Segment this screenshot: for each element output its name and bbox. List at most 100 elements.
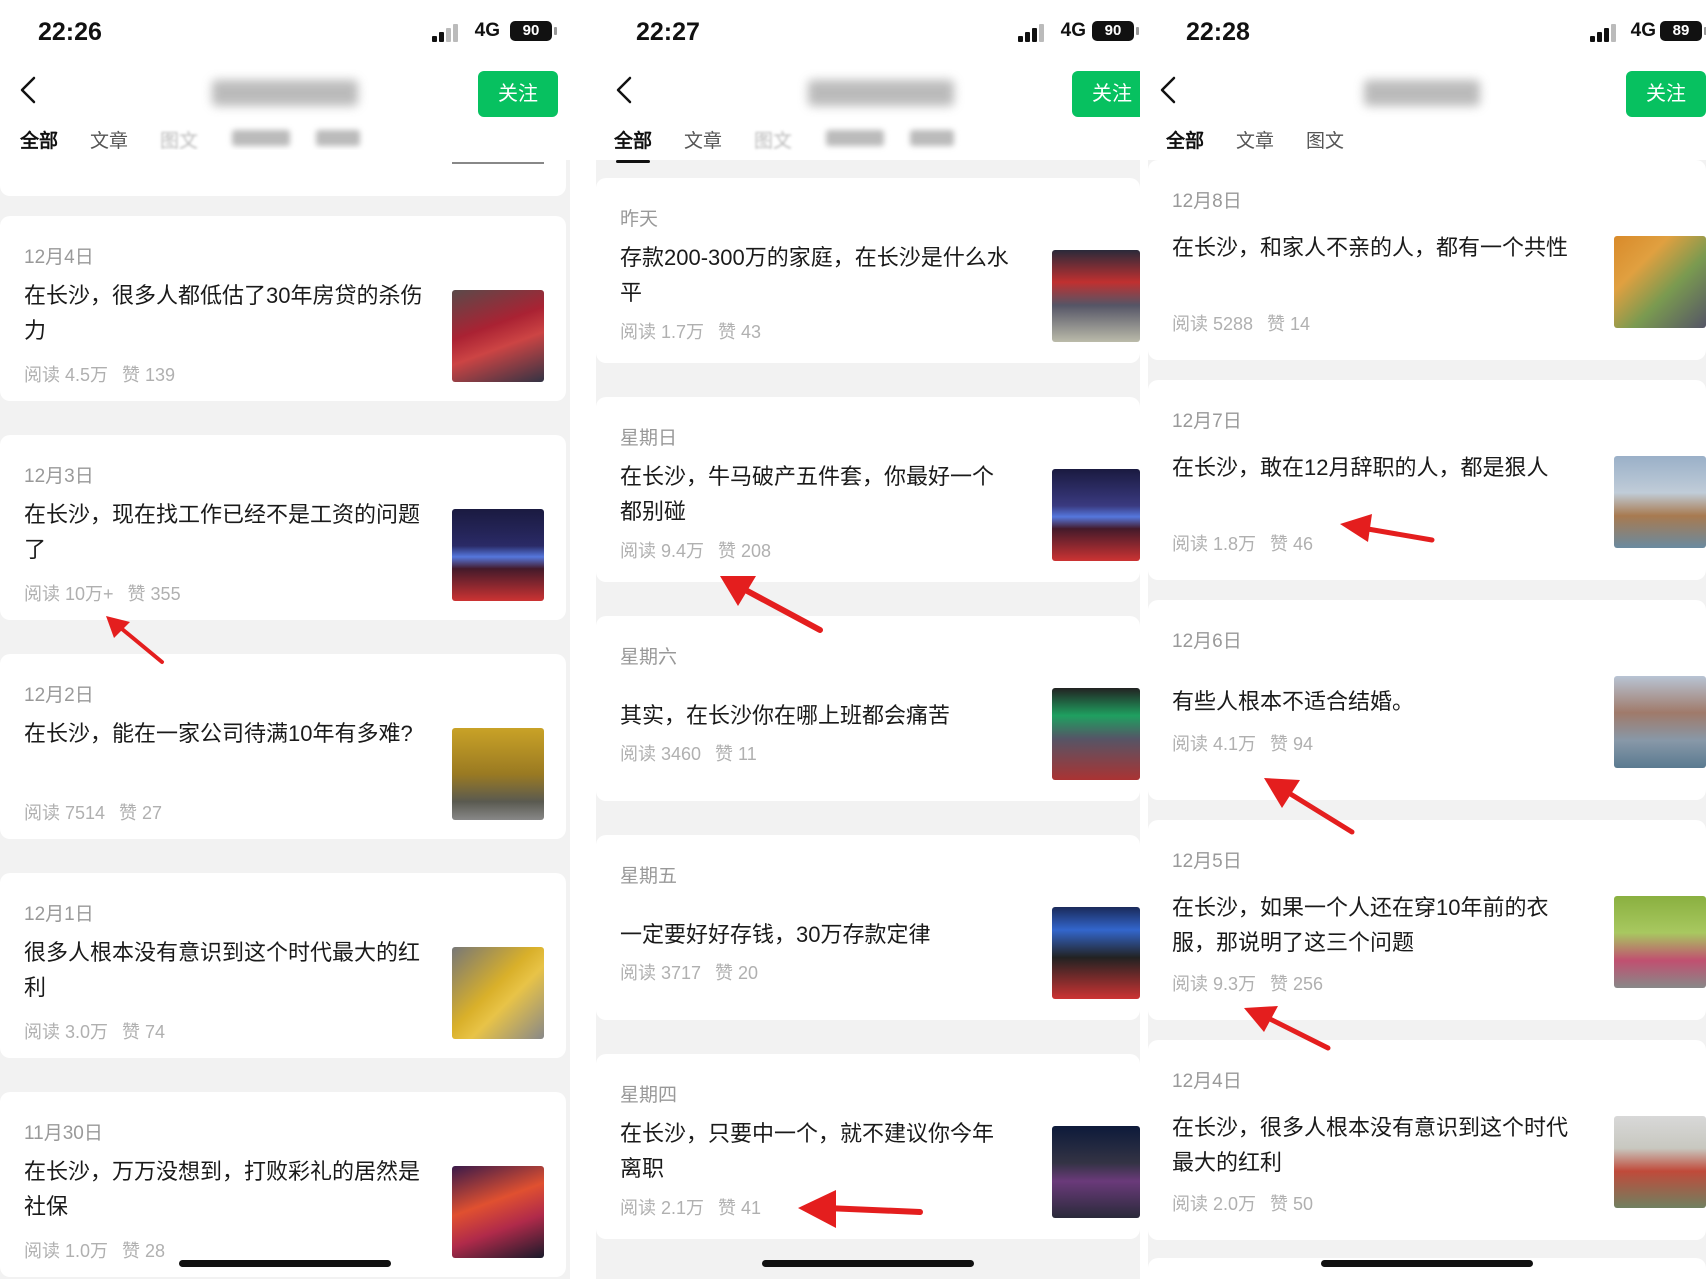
article-meta: 阅读 4.1万赞 94 xyxy=(1172,730,1313,756)
tab-image-text[interactable]: 图文 xyxy=(1306,126,1344,153)
read-count: 阅读 3.0万 xyxy=(24,1022,109,1042)
article-card-partial[interactable] xyxy=(0,150,566,196)
article-date: 12月4日 xyxy=(1172,1071,1242,1092)
network-label: 4G xyxy=(1630,20,1656,41)
article-title: 在长沙，敢在12月辞职的人，都是狠人 xyxy=(1172,455,1549,480)
like-count: 赞 27 xyxy=(119,803,163,823)
article-title: 在长沙，很多人都低估了30年房贷的杀伤力 xyxy=(24,283,423,343)
screenshot-panel-1: 22:26 4G 90 关注 全部 文章 图文 12月4日 在长沙，很多人都低估… xyxy=(0,0,570,1279)
tab-all[interactable]: 全部 xyxy=(1166,126,1204,163)
follow-button[interactable]: 关注 xyxy=(478,71,558,117)
like-count: 赞 14 xyxy=(1267,314,1311,334)
tab-image-text[interactable]: 图文 xyxy=(754,126,792,153)
article-title: 在长沙，和家人不亲的人，都有一个共性 xyxy=(1172,235,1569,260)
tab-image-text[interactable]: 图文 xyxy=(160,126,198,153)
article-date: 12月8日 xyxy=(1172,191,1242,212)
article-card[interactable]: 星期四 在长沙，只要中一个，就不建议你今年离职 阅读 2.1万赞 41 xyxy=(596,1054,1140,1239)
article-card[interactable]: 12月1日 很多人根本没有意识到这个时代最大的红利 阅读 3.0万赞 74 xyxy=(0,873,566,1058)
tab-all[interactable]: 全部 xyxy=(614,126,652,163)
tab-articles[interactable]: 文章 xyxy=(90,126,128,153)
article-card[interactable]: 12月8日 在长沙，和家人不亲的人，都有一个共性 阅读 5288 赞 14 xyxy=(1148,160,1706,360)
tab-all[interactable]: 全部 xyxy=(20,126,58,163)
article-card[interactable]: 11月30日 在长沙，万万没想到，打败彩礼的居然是社保 阅读 1.0万赞 28 xyxy=(0,1092,566,1277)
article-meta: 阅读 9.3万赞 256 xyxy=(1172,970,1323,996)
article-date: 12月4日 xyxy=(24,247,94,268)
tab-articles[interactable]: 文章 xyxy=(684,126,722,153)
article-meta: 阅读 1.8万赞 46 xyxy=(1172,530,1313,556)
back-icon[interactable] xyxy=(12,72,48,108)
article-card[interactable]: 星期日 在长沙，牛马破产五件套，你最好一个都别碰 阅读 9.4万赞 208 xyxy=(596,397,1140,582)
tab-blurred[interactable] xyxy=(316,130,360,146)
article-card[interactable]: 昨天 存款200-300万的家庭，在长沙是什么水平 阅读 1.7万赞 43 xyxy=(596,178,1140,363)
article-card[interactable]: 12月4日 在长沙，很多人都低估了30年房贷的杀伤力 阅读 4.5万赞 139 xyxy=(0,216,566,401)
read-count: 阅读 4.5万 xyxy=(24,365,109,385)
article-meta: 阅读 7514 赞 27 xyxy=(24,799,162,825)
article-meta: 阅读 9.4万赞 208 xyxy=(620,537,771,563)
screenshot-panel-3: 22:28 4G 89 关注 全部 文章 图文 12月8日 在长沙，和家人不亲的… xyxy=(1148,0,1706,1279)
article-title: 在长沙，只要中一个，就不建议你今年离职 xyxy=(620,1121,995,1181)
article-date: 星期五 xyxy=(620,866,678,887)
article-thumbnail xyxy=(452,728,544,820)
read-count: 阅读 7514 xyxy=(24,803,106,823)
status-bar: 22:26 4G 90 xyxy=(0,0,570,64)
article-card[interactable]: 12月5日 在长沙，如果一个人还在穿10年前的衣服，那说明了这三个问题 阅读 9… xyxy=(1148,820,1706,1020)
article-meta: 阅读 1.7万赞 43 xyxy=(620,318,761,344)
read-count: 阅读 4.1万 xyxy=(1172,734,1257,754)
article-thumbnail xyxy=(1052,1126,1140,1218)
like-count: 赞 28 xyxy=(122,1241,166,1261)
article-thumbnail xyxy=(1614,236,1706,328)
article-title: 在长沙，能在一家公司待满10年有多难? xyxy=(24,721,413,746)
article-meta: 阅读 2.1万赞 41 xyxy=(620,1194,761,1220)
article-card[interactable]: 星期五 一定要好好存钱，30万存款定律 阅读 3717 赞 20 xyxy=(596,835,1140,1020)
status-time: 22:27 xyxy=(636,18,700,46)
back-icon[interactable] xyxy=(1152,72,1188,108)
home-indicator xyxy=(179,1260,391,1267)
article-meta: 阅读 4.5万赞 139 xyxy=(24,361,175,387)
like-count: 赞 41 xyxy=(718,1198,762,1218)
read-count: 阅读 10万+ xyxy=(24,584,114,604)
article-thumbnail xyxy=(452,1166,544,1258)
tab-articles[interactable]: 文章 xyxy=(1236,126,1274,153)
like-count: 赞 20 xyxy=(715,963,759,983)
article-date: 11月30日 xyxy=(24,1123,103,1144)
status-time: 22:28 xyxy=(1186,18,1250,46)
like-count: 赞 355 xyxy=(127,584,181,604)
signal-icon xyxy=(432,24,458,42)
article-title: 在长沙，很多人根本没有意识到这个时代最大的红利 xyxy=(1172,1115,1569,1175)
tab-blurred[interactable] xyxy=(826,130,884,146)
article-date: 昨天 xyxy=(620,209,659,230)
article-card[interactable]: 星期六 其实，在长沙你在哪上班都会痛苦 阅读 3460 赞 11 xyxy=(596,616,1140,801)
read-count: 阅读 2.1万 xyxy=(620,1198,705,1218)
article-meta: 阅读 3717 赞 20 xyxy=(620,959,758,985)
status-time: 22:26 xyxy=(38,18,102,46)
tab-blurred[interactable] xyxy=(910,130,954,146)
article-title: 很多人根本没有意识到这个时代最大的红利 xyxy=(24,940,421,1000)
nav-bar: 关注 全部 文章 图文 xyxy=(1148,64,1706,163)
article-meta: 阅读 2.0万赞 50 xyxy=(1172,1190,1313,1216)
read-count: 阅读 2.0万 xyxy=(1172,1194,1257,1214)
article-card[interactable]: 12月3日 在长沙，现在找工作已经不是工资的问题了 阅读 10万+ 赞 355 xyxy=(0,435,566,620)
article-date: 12月3日 xyxy=(24,466,94,487)
read-count: 阅读 3460 xyxy=(620,744,702,764)
article-thumbnail xyxy=(1614,676,1706,768)
article-card[interactable]: 12月4日 在长沙，很多人根本没有意识到这个时代最大的红利 阅读 2.0万赞 5… xyxy=(1148,1040,1706,1240)
like-count: 赞 256 xyxy=(1270,974,1324,994)
tab-blurred[interactable] xyxy=(232,130,290,146)
like-count: 赞 46 xyxy=(1270,534,1314,554)
battery-icon: 90 xyxy=(1092,21,1139,41)
article-card[interactable]: 12月7日 在长沙，敢在12月辞职的人，都是狠人 阅读 1.8万赞 46 xyxy=(1148,380,1706,580)
follow-button[interactable]: 关注 xyxy=(1072,71,1140,117)
like-count: 赞 50 xyxy=(1270,1194,1314,1214)
like-count: 赞 139 xyxy=(122,365,176,385)
read-count: 阅读 3717 xyxy=(620,963,702,983)
follow-button[interactable]: 关注 xyxy=(1626,71,1706,117)
article-card[interactable]: 12月2日 在长沙，能在一家公司待满10年有多难? 阅读 7514 赞 27 xyxy=(0,654,566,839)
article-thumbnail xyxy=(1052,688,1140,780)
account-name-blurred xyxy=(1364,80,1480,106)
article-title: 在长沙，如果一个人还在穿10年前的衣服，那说明了这三个问题 xyxy=(1172,895,1549,955)
article-meta: 阅读 1.0万赞 28 xyxy=(24,1237,165,1263)
article-date: 12月1日 xyxy=(24,904,94,925)
article-meta: 阅读 3.0万赞 74 xyxy=(24,1018,165,1044)
article-card[interactable]: 12月6日 有些人根本不适合结婚。 阅读 4.1万赞 94 xyxy=(1148,600,1706,800)
back-icon[interactable] xyxy=(608,72,644,108)
